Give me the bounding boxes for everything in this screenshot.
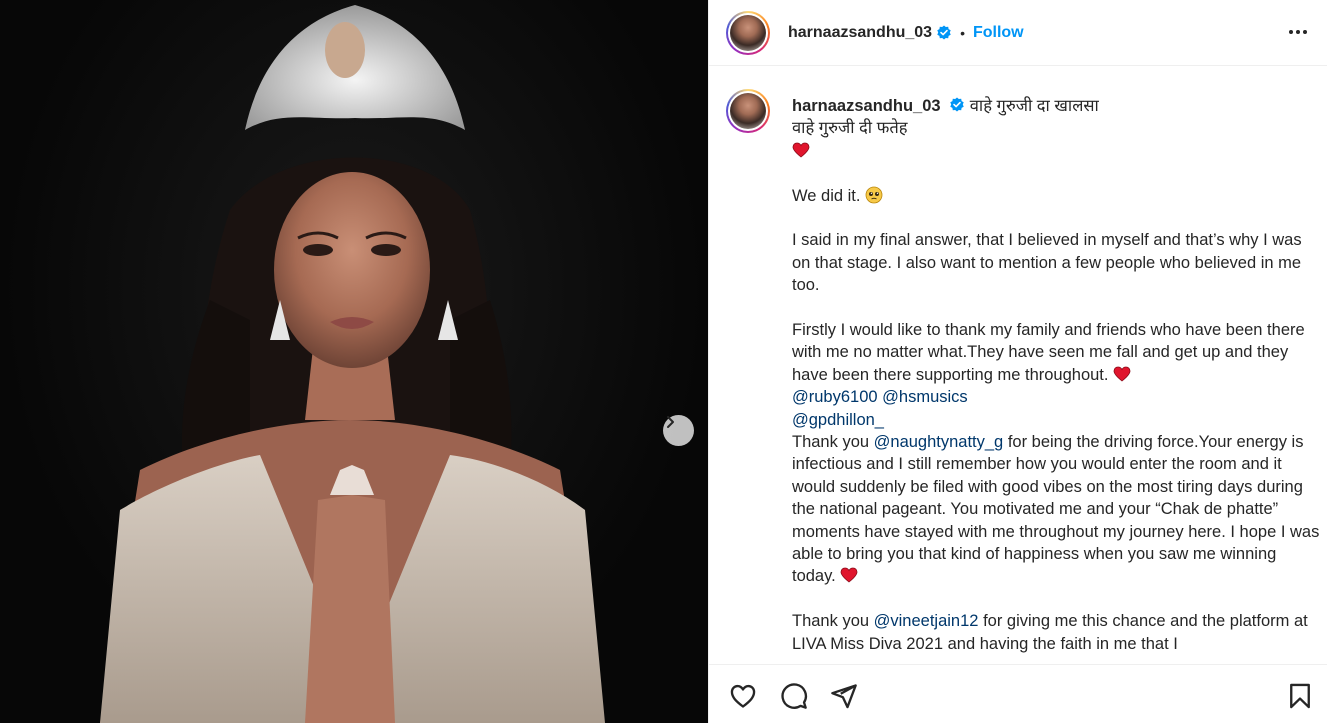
caption-thank-you-2: Thank you: [792, 612, 870, 631]
caption-natty-rest: for being the driving force.Your energy …: [792, 433, 1320, 586]
caption-final-answer: I said in my final answer, that I believ…: [792, 231, 1302, 295]
caption-firstly: Firstly I would like to thank my family …: [792, 321, 1305, 384]
more-options-icon: [1289, 30, 1307, 34]
caption-line-1: वाहे गुरुजी दा खालसा: [969, 97, 1099, 115]
caption-did-it: We did it.: [792, 186, 861, 205]
caption-thank-you-1: Thank you: [792, 433, 870, 452]
post-side-panel: harnaazsandhu_03 • Follow harnaazsandhu_…: [708, 0, 1327, 723]
mention-hsmusics[interactable]: @hsmusics: [882, 388, 968, 406]
heart-outline-icon[interactable]: [729, 682, 757, 710]
caption-line-2: वाहे गुरुजी दी फतेह: [792, 119, 908, 138]
more-options-button[interactable]: [1286, 20, 1310, 44]
bookmark-icon[interactable]: [1286, 682, 1314, 710]
caption-area[interactable]: harnaazsandhu_03 वाहे गुरुजी दा खालसा वा…: [709, 67, 1327, 664]
caption-avatar[interactable]: [726, 89, 770, 133]
red-heart-emoji: [792, 142, 810, 158]
action-bar: [709, 664, 1327, 723]
verified-badge-icon: [950, 97, 964, 112]
separator-dot: •: [960, 24, 965, 41]
crowned-woman-photo: [100, 5, 605, 723]
header-username[interactable]: harnaazsandhu_03: [788, 24, 932, 42]
caption-text: harnaazsandhu_03 वाहे गुरुजी दा खालसा वा…: [792, 95, 1322, 655]
pleading-face-emoji: [865, 186, 883, 204]
verified-badge-icon: [937, 25, 951, 39]
paper-plane-icon[interactable]: [830, 682, 858, 710]
post-header: harnaazsandhu_03 • Follow: [709, 0, 1327, 66]
comment-icon[interactable]: [780, 682, 808, 710]
mention-vineetjain12[interactable]: @vineetjain12: [874, 612, 979, 630]
mention-ruby6100[interactable]: @ruby6100: [792, 388, 878, 406]
red-heart-emoji: [1113, 366, 1131, 382]
red-heart-emoji: [840, 568, 858, 583]
chevron-right-icon: [667, 416, 674, 428]
follow-button[interactable]: Follow: [973, 24, 1024, 42]
caption-vineet-rest: for giving me this chance and the platfo…: [792, 612, 1308, 653]
mention-gpdhillon[interactable]: @gpdhillon_: [792, 411, 884, 429]
avatar[interactable]: [726, 10, 770, 55]
caption-username[interactable]: harnaazsandhu_03: [792, 97, 941, 115]
mention-naughtynatty[interactable]: @naughtynatty_g: [874, 433, 1004, 451]
post-photo[interactable]: [0, 0, 708, 723]
next-photo-button[interactable]: [663, 415, 694, 446]
